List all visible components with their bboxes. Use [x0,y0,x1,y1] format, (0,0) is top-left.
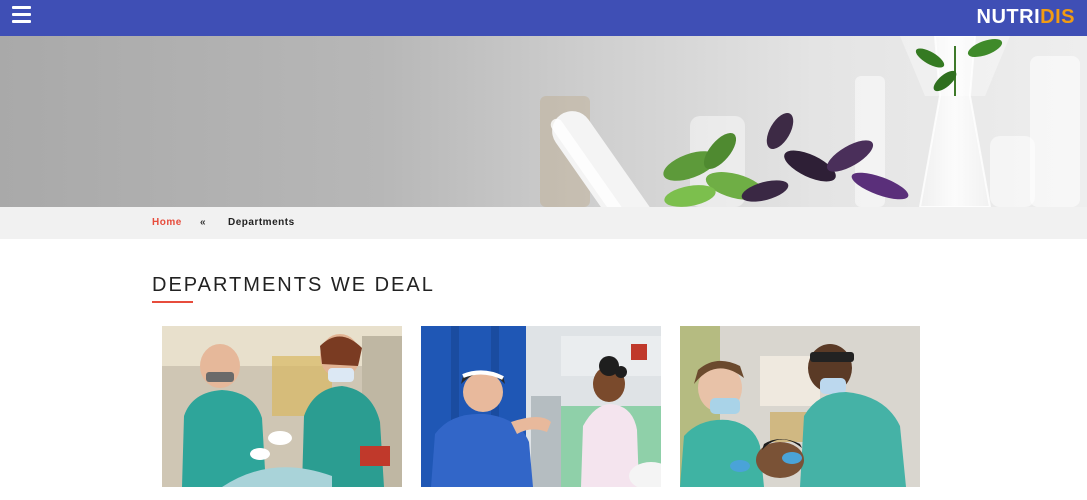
department-card-dentistry[interactable] [162,326,402,487]
dentist-examining-patient-photo [680,326,920,487]
hamburger-menu-icon[interactable] [12,6,32,24]
doctor-talking-with-child-patient-photo [421,326,661,487]
department-card-dental-care[interactable] [680,326,920,487]
hero-banner-image [0,36,1087,207]
breadcrumb-current-page: Departments [228,217,295,228]
department-card-pediatrics[interactable] [421,326,661,487]
dentists-treating-patient-photo [162,326,402,487]
brand-logo[interactable]: NUTRIDIS [977,5,1075,29]
breadcrumb-home-link[interactable]: Home [152,217,182,228]
breadcrumb: Home « Departments [0,207,1087,239]
breadcrumb-separator: « [200,217,207,228]
top-navbar: NUTRIDIS [0,0,1087,36]
title-underline-divider [152,301,193,303]
section-title: DEPARTMENTS WE DEAL [152,274,435,296]
